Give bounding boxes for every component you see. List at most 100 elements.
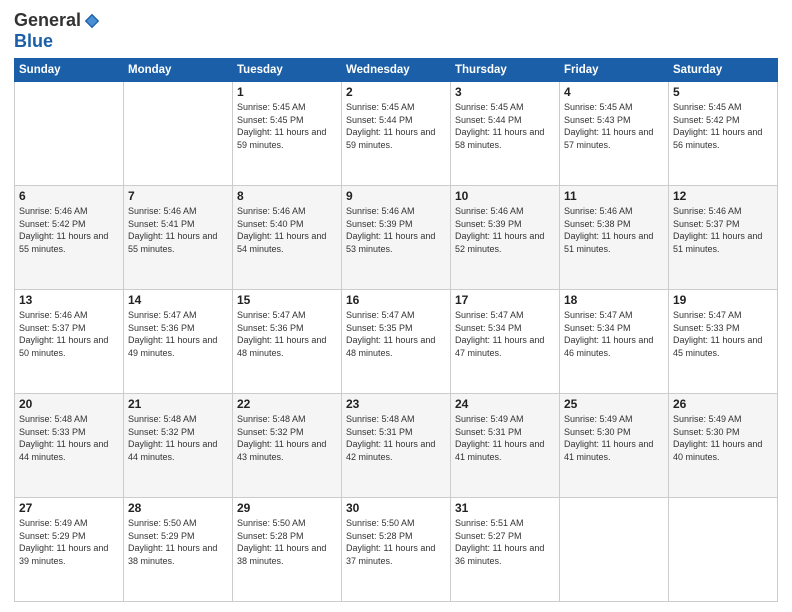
calendar-cell bbox=[124, 82, 233, 186]
weekday-header-wednesday: Wednesday bbox=[342, 59, 451, 82]
day-info: Sunrise: 5:49 AM Sunset: 5:29 PM Dayligh… bbox=[19, 517, 119, 567]
day-info: Sunrise: 5:48 AM Sunset: 5:33 PM Dayligh… bbox=[19, 413, 119, 463]
day-info: Sunrise: 5:47 AM Sunset: 5:35 PM Dayligh… bbox=[346, 309, 446, 359]
calendar-cell: 28 Sunrise: 5:50 AM Sunset: 5:29 PM Dayli… bbox=[124, 498, 233, 602]
day-number: 1 bbox=[237, 85, 337, 99]
calendar-cell: 10 Sunrise: 5:46 AM Sunset: 5:39 PM Dayli… bbox=[451, 186, 560, 290]
calendar-cell: 27 Sunrise: 5:49 AM Sunset: 5:29 PM Dayli… bbox=[15, 498, 124, 602]
calendar-cell bbox=[560, 498, 669, 602]
day-number: 17 bbox=[455, 293, 555, 307]
day-number: 7 bbox=[128, 189, 228, 203]
day-info: Sunrise: 5:48 AM Sunset: 5:31 PM Dayligh… bbox=[346, 413, 446, 463]
day-info: Sunrise: 5:47 AM Sunset: 5:36 PM Dayligh… bbox=[237, 309, 337, 359]
day-info: Sunrise: 5:47 AM Sunset: 5:34 PM Dayligh… bbox=[564, 309, 664, 359]
day-info: Sunrise: 5:50 AM Sunset: 5:28 PM Dayligh… bbox=[237, 517, 337, 567]
calendar-cell: 1Sunrise: 5:45 AM Sunset: 5:45 PM Daylig… bbox=[233, 82, 342, 186]
calendar-week-5: 27 Sunrise: 5:49 AM Sunset: 5:29 PM Dayli… bbox=[15, 498, 778, 602]
calendar-cell: 7 Sunrise: 5:46 AM Sunset: 5:41 PM Daylig… bbox=[124, 186, 233, 290]
calendar-cell: 24 Sunrise: 5:49 AM Sunset: 5:31 PM Dayli… bbox=[451, 394, 560, 498]
day-info: Sunrise: 5:49 AM Sunset: 5:30 PM Dayligh… bbox=[673, 413, 773, 463]
weekday-header-friday: Friday bbox=[560, 59, 669, 82]
day-info: Sunrise: 5:46 AM Sunset: 5:39 PM Dayligh… bbox=[455, 205, 555, 255]
day-number: 28 bbox=[128, 501, 228, 515]
calendar-cell bbox=[15, 82, 124, 186]
calendar-cell: 5 Sunrise: 5:45 AM Sunset: 5:42 PM Daylig… bbox=[669, 82, 778, 186]
calendar-cell: 11Sunrise: 5:46 AM Sunset: 5:38 PM Dayli… bbox=[560, 186, 669, 290]
day-number: 20 bbox=[19, 397, 119, 411]
calendar-cell: 6Sunrise: 5:46 AM Sunset: 5:42 PM Daylig… bbox=[15, 186, 124, 290]
day-info: Sunrise: 5:50 AM Sunset: 5:28 PM Dayligh… bbox=[346, 517, 446, 567]
day-number: 9 bbox=[346, 189, 446, 203]
logo-general-text: General bbox=[14, 10, 81, 31]
day-info: Sunrise: 5:49 AM Sunset: 5:30 PM Dayligh… bbox=[564, 413, 664, 463]
calendar-cell: 23 Sunrise: 5:48 AM Sunset: 5:31 PM Dayli… bbox=[342, 394, 451, 498]
day-info: Sunrise: 5:47 AM Sunset: 5:33 PM Dayligh… bbox=[673, 309, 773, 359]
calendar-cell: 12Sunrise: 5:46 AM Sunset: 5:37 PM Dayli… bbox=[669, 186, 778, 290]
weekday-header-saturday: Saturday bbox=[669, 59, 778, 82]
day-info: Sunrise: 5:46 AM Sunset: 5:42 PM Dayligh… bbox=[19, 205, 119, 255]
logo: General Blue bbox=[14, 10, 101, 52]
day-info: Sunrise: 5:48 AM Sunset: 5:32 PM Dayligh… bbox=[128, 413, 228, 463]
day-number: 2 bbox=[346, 85, 446, 99]
calendar-cell: 17 Sunrise: 5:47 AM Sunset: 5:34 PM Dayli… bbox=[451, 290, 560, 394]
weekday-header-thursday: Thursday bbox=[451, 59, 560, 82]
calendar-cell: 22Sunrise: 5:48 AM Sunset: 5:32 PM Dayli… bbox=[233, 394, 342, 498]
calendar-cell: 19 Sunrise: 5:47 AM Sunset: 5:33 PM Dayli… bbox=[669, 290, 778, 394]
day-number: 23 bbox=[346, 397, 446, 411]
day-number: 11 bbox=[564, 189, 664, 203]
logo-blue-text: Blue bbox=[14, 31, 53, 52]
calendar-cell: 9 Sunrise: 5:46 AM Sunset: 5:39 PM Daylig… bbox=[342, 186, 451, 290]
calendar-cell: 13 Sunrise: 5:46 AM Sunset: 5:37 PM Dayli… bbox=[15, 290, 124, 394]
calendar-cell: 20 Sunrise: 5:48 AM Sunset: 5:33 PM Dayli… bbox=[15, 394, 124, 498]
calendar-table: SundayMondayTuesdayWednesdayThursdayFrid… bbox=[14, 58, 778, 602]
calendar-cell: 3 Sunrise: 5:45 AM Sunset: 5:44 PM Daylig… bbox=[451, 82, 560, 186]
day-info: Sunrise: 5:46 AM Sunset: 5:37 PM Dayligh… bbox=[19, 309, 119, 359]
page: General Blue SundayMondayTuesdayWednesda… bbox=[0, 0, 792, 612]
calendar-cell: 21Sunrise: 5:48 AM Sunset: 5:32 PM Dayli… bbox=[124, 394, 233, 498]
day-number: 30 bbox=[346, 501, 446, 515]
day-number: 19 bbox=[673, 293, 773, 307]
day-number: 10 bbox=[455, 189, 555, 203]
day-number: 25 bbox=[564, 397, 664, 411]
day-info: Sunrise: 5:50 AM Sunset: 5:29 PM Dayligh… bbox=[128, 517, 228, 567]
calendar-cell: 18Sunrise: 5:47 AM Sunset: 5:34 PM Dayli… bbox=[560, 290, 669, 394]
day-number: 15 bbox=[237, 293, 337, 307]
day-number: 3 bbox=[455, 85, 555, 99]
day-number: 4 bbox=[564, 85, 664, 99]
header: General Blue bbox=[14, 10, 778, 52]
day-info: Sunrise: 5:51 AM Sunset: 5:27 PM Dayligh… bbox=[455, 517, 555, 567]
day-number: 5 bbox=[673, 85, 773, 99]
day-number: 29 bbox=[237, 501, 337, 515]
day-info: Sunrise: 5:46 AM Sunset: 5:40 PM Dayligh… bbox=[237, 205, 337, 255]
calendar-week-4: 20 Sunrise: 5:48 AM Sunset: 5:33 PM Dayli… bbox=[15, 394, 778, 498]
day-info: Sunrise: 5:49 AM Sunset: 5:31 PM Dayligh… bbox=[455, 413, 555, 463]
day-info: Sunrise: 5:45 AM Sunset: 5:44 PM Dayligh… bbox=[455, 101, 555, 151]
calendar-cell: 31 Sunrise: 5:51 AM Sunset: 5:27 PM Dayli… bbox=[451, 498, 560, 602]
day-info: Sunrise: 5:45 AM Sunset: 5:42 PM Dayligh… bbox=[673, 101, 773, 151]
day-number: 12 bbox=[673, 189, 773, 203]
day-info: Sunrise: 5:47 AM Sunset: 5:36 PM Dayligh… bbox=[128, 309, 228, 359]
calendar-cell: 26 Sunrise: 5:49 AM Sunset: 5:30 PM Dayli… bbox=[669, 394, 778, 498]
calendar-cell: 16Sunrise: 5:47 AM Sunset: 5:35 PM Dayli… bbox=[342, 290, 451, 394]
day-number: 27 bbox=[19, 501, 119, 515]
calendar-header-row: SundayMondayTuesdayWednesdayThursdayFrid… bbox=[15, 59, 778, 82]
day-info: Sunrise: 5:45 AM Sunset: 5:43 PM Dayligh… bbox=[564, 101, 664, 151]
logo-icon bbox=[83, 12, 101, 30]
day-info: Sunrise: 5:46 AM Sunset: 5:41 PM Dayligh… bbox=[128, 205, 228, 255]
day-info: Sunrise: 5:48 AM Sunset: 5:32 PM Dayligh… bbox=[237, 413, 337, 463]
day-number: 14 bbox=[128, 293, 228, 307]
day-info: Sunrise: 5:46 AM Sunset: 5:39 PM Dayligh… bbox=[346, 205, 446, 255]
calendar-cell: 29 Sunrise: 5:50 AM Sunset: 5:28 PM Dayli… bbox=[233, 498, 342, 602]
day-number: 26 bbox=[673, 397, 773, 411]
day-info: Sunrise: 5:47 AM Sunset: 5:34 PM Dayligh… bbox=[455, 309, 555, 359]
weekday-header-sunday: Sunday bbox=[15, 59, 124, 82]
calendar-week-2: 6Sunrise: 5:46 AM Sunset: 5:42 PM Daylig… bbox=[15, 186, 778, 290]
calendar-week-3: 13 Sunrise: 5:46 AM Sunset: 5:37 PM Dayli… bbox=[15, 290, 778, 394]
day-number: 31 bbox=[455, 501, 555, 515]
day-number: 13 bbox=[19, 293, 119, 307]
calendar-cell: 14 Sunrise: 5:47 AM Sunset: 5:36 PM Dayli… bbox=[124, 290, 233, 394]
calendar-cell: 4 Sunrise: 5:45 AM Sunset: 5:43 PM Daylig… bbox=[560, 82, 669, 186]
calendar-cell: 2 Sunrise: 5:45 AM Sunset: 5:44 PM Daylig… bbox=[342, 82, 451, 186]
day-info: Sunrise: 5:45 AM Sunset: 5:44 PM Dayligh… bbox=[346, 101, 446, 151]
day-number: 24 bbox=[455, 397, 555, 411]
